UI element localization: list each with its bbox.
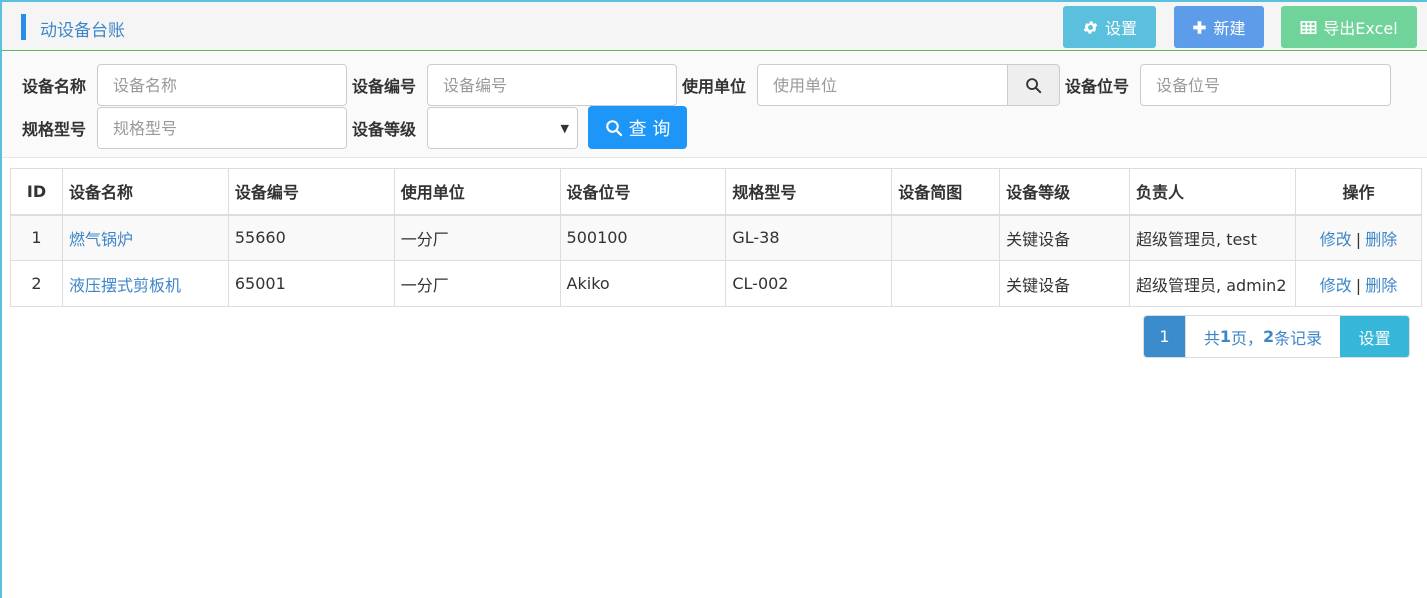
table-row: 2 液压摆式剪板机 65001 一分厂 Akiko CL-002 关键设备 超级… [10, 260, 1422, 307]
page-1-button[interactable]: 1 [1144, 316, 1185, 357]
summary-suffix: 条记录 [1274, 328, 1323, 348]
pager-settings-button[interactable]: 设置 [1340, 316, 1409, 357]
table-row: 1 燃气锅炉 55660 一分厂 500100 GL-38 关键设备 超级管理员… [10, 214, 1422, 261]
delete-link[interactable]: 删除 [1365, 276, 1397, 295]
level-label: 设备等级 [352, 120, 417, 139]
settings-button-label: 设置 [1104, 19, 1137, 38]
column-header: 设备编号 [227, 168, 395, 216]
cell-id: 2 [10, 260, 63, 307]
column-header: 设备名称 [61, 168, 229, 216]
device-table: ID 设备名称 设备编号 使用单位 设备位号 规格型号 设备简图 设备等级 负责… [10, 168, 1422, 307]
delete-link[interactable]: 删除 [1365, 230, 1397, 249]
cell-actions: 修改 | 删除 [1295, 214, 1422, 261]
export-button-label: 导出Excel [1323, 19, 1398, 38]
device-code-label: 设备编号 [352, 77, 417, 96]
search-icon [605, 119, 622, 136]
cell-code: 55660 [227, 214, 395, 261]
total-records: 2 [1263, 327, 1275, 346]
total-pages: 1 [1219, 327, 1231, 346]
page-header: 动设备台账 设置 新建 导出Excel [2, 2, 1427, 51]
cell-position: Akiko [559, 260, 727, 307]
create-button-label: 新建 [1213, 19, 1246, 38]
export-excel-button[interactable]: 导出Excel [1281, 6, 1417, 48]
position-label: 设备位号 [1065, 77, 1130, 96]
pagination: 1 共 1 页， 2 条记录 设置 [1143, 315, 1410, 358]
model-label: 规格型号 [22, 120, 87, 139]
model-input[interactable] [97, 107, 347, 149]
cell-level: 关键设备 [999, 214, 1131, 261]
title-marker [21, 14, 26, 40]
column-header: 设备等级 [999, 168, 1131, 216]
cell-model: GL-38 [725, 214, 893, 261]
edit-link[interactable]: 修改 [1320, 276, 1352, 295]
settings-button[interactable]: 设置 [1063, 6, 1156, 48]
cell-unit: 一分厂 [393, 260, 561, 307]
cell-owner: 超级管理员, admin2 [1129, 260, 1296, 307]
edit-link[interactable]: 修改 [1320, 230, 1352, 249]
query-button[interactable]: 查 询 [588, 106, 687, 149]
query-button-label: 查 询 [628, 118, 671, 140]
cell-diagram [891, 260, 1001, 307]
cell-actions: 修改 | 删除 [1295, 260, 1422, 307]
table-icon [1300, 20, 1317, 34]
cell-name: 燃气锅炉 [61, 214, 229, 261]
cell-name: 液压摆式剪板机 [61, 260, 229, 307]
level-select[interactable]: ▼ [427, 107, 578, 149]
device-code-input[interactable] [427, 64, 677, 106]
device-name-link[interactable]: 液压摆式剪板机 [69, 276, 181, 295]
column-header: 使用单位 [393, 168, 561, 216]
cell-level: 关键设备 [999, 260, 1131, 307]
action-separator: | [1355, 275, 1362, 295]
summary-prefix: 共 [1203, 328, 1220, 348]
column-header: 设备简图 [891, 168, 1001, 216]
plus-icon [1193, 20, 1207, 34]
column-header: ID [10, 168, 63, 216]
filter-panel: 设备名称 设备编号 使用单位 设备位号 规格型号 设备等级 ▼ 查 询 [2, 52, 1427, 158]
page-summary: 共 1 页， 2 条记录 [1185, 316, 1340, 357]
page-title: 动设备台账 [40, 21, 125, 41]
table-header-row: ID 设备名称 设备编号 使用单位 设备位号 规格型号 设备简图 设备等级 负责… [10, 168, 1422, 216]
gear-icon [1083, 20, 1098, 34]
column-header: 负责人 [1129, 168, 1296, 216]
device-name-link[interactable]: 燃气锅炉 [69, 230, 133, 249]
unit-label: 使用单位 [682, 77, 747, 96]
cell-code: 65001 [227, 260, 395, 307]
device-name-input[interactable] [97, 64, 347, 106]
unit-input[interactable] [757, 64, 1008, 106]
cell-diagram [891, 214, 1001, 261]
create-button[interactable]: 新建 [1174, 6, 1264, 48]
cell-unit: 一分厂 [393, 214, 561, 261]
cell-position: 500100 [559, 214, 727, 261]
column-header: 规格型号 [725, 168, 893, 216]
search-icon [1026, 77, 1042, 93]
action-separator: | [1355, 229, 1362, 249]
summary-mid: 页， [1230, 328, 1263, 348]
column-header: 操作 [1295, 168, 1422, 216]
device-name-label: 设备名称 [22, 77, 87, 96]
caret-down-icon: ▼ [560, 122, 569, 135]
position-input[interactable] [1140, 64, 1391, 106]
cell-id: 1 [10, 214, 63, 261]
cell-owner: 超级管理员, test [1129, 214, 1296, 261]
column-header: 设备位号 [559, 168, 727, 216]
cell-model: CL-002 [725, 260, 893, 307]
unit-search-button[interactable] [1007, 64, 1060, 106]
